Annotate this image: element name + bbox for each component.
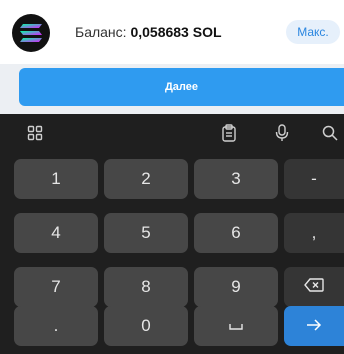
key-3[interactable]: 3: [194, 159, 278, 199]
key-comma[interactable]: ,: [284, 213, 344, 253]
key-minus[interactable]: -: [284, 159, 344, 199]
send-sol-screen: Баланс: 0,058683 SOL Макс. Далее 1 2 3 -…: [0, 0, 344, 354]
key-period[interactable]: .: [14, 306, 98, 346]
key-0[interactable]: 0: [104, 306, 188, 346]
clipboard-icon[interactable]: [218, 122, 240, 144]
key-5[interactable]: 5: [104, 213, 188, 253]
key-8[interactable]: 8: [104, 267, 188, 307]
max-button[interactable]: Макс.: [286, 20, 340, 44]
next-button-area: Далее: [0, 64, 344, 114]
backspace-icon: [304, 277, 324, 297]
numeric-keyboard: 1 2 3 - 4 5 6 , 7 8 9 . 0: [0, 114, 344, 354]
next-button[interactable]: Далее: [19, 68, 344, 106]
balance-text: Баланс: 0,058683 SOL: [75, 24, 222, 40]
balance-amount: 0,058683 SOL: [130, 24, 222, 40]
key-enter[interactable]: [284, 306, 344, 346]
key-4[interactable]: 4: [14, 213, 98, 253]
keyboard-toolbar: [0, 114, 344, 152]
solana-logo-icon: [12, 14, 50, 52]
key-6[interactable]: 6: [194, 213, 278, 253]
key-backspace[interactable]: [284, 267, 344, 307]
key-1[interactable]: 1: [14, 159, 98, 199]
space-icon: [229, 316, 243, 336]
balance-row: Баланс: 0,058683 SOL Макс.: [0, 0, 344, 64]
search-icon[interactable]: [319, 122, 341, 144]
key-2[interactable]: 2: [104, 159, 188, 199]
microphone-icon[interactable]: [271, 122, 293, 144]
balance-label: Баланс:: [75, 24, 127, 40]
grid-icon[interactable]: [24, 122, 46, 144]
arrow-right-icon: [306, 316, 322, 336]
key-space[interactable]: [194, 306, 278, 346]
key-9[interactable]: 9: [194, 267, 278, 307]
key-7[interactable]: 7: [14, 267, 98, 307]
